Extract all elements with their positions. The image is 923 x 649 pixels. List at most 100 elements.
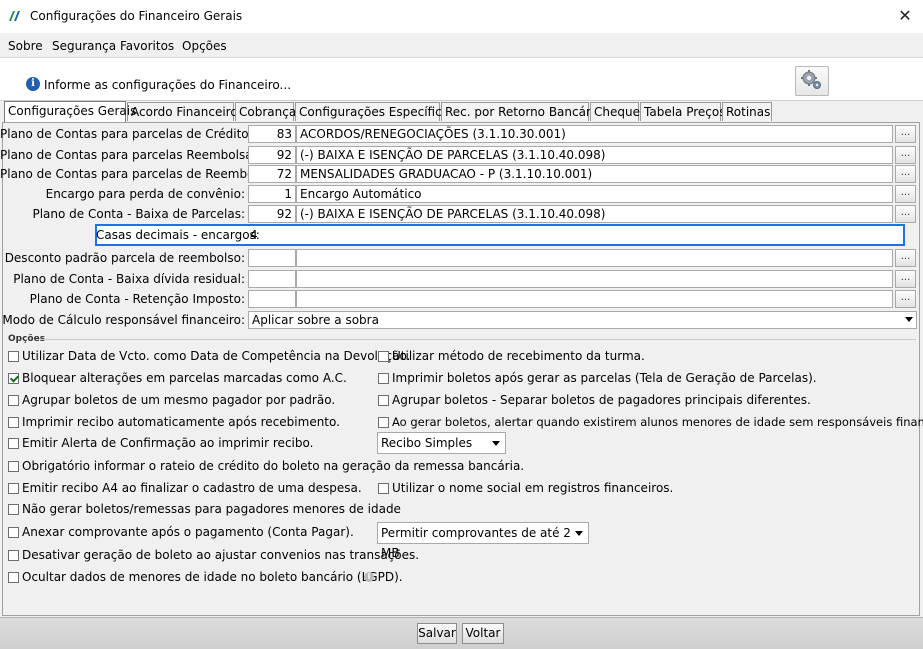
lookup-button[interactable]: ...	[895, 125, 916, 143]
field-label: Plano de Conta - Retenção Imposto:	[29, 292, 245, 306]
lookup-button[interactable]: ...	[895, 270, 916, 288]
checkbox-desativar-boleto[interactable]	[8, 550, 19, 561]
lookup-button[interactable]: ...	[895, 249, 916, 267]
divider	[42, 339, 916, 340]
menu-seguranca[interactable]: Segurança	[52, 39, 116, 53]
tab-cheque[interactable]: Cheque	[590, 102, 640, 121]
field-label: Encargo para perda de convênio:	[45, 187, 245, 201]
description-field	[296, 270, 893, 288]
tab-rec-retorno-bancario[interactable]: Rec. por Retorno Bancário	[441, 102, 602, 121]
code-input[interactable]: 1	[248, 185, 296, 203]
code-input[interactable]: 83	[248, 125, 296, 143]
lookup-button[interactable]: ...	[895, 290, 916, 308]
opcoes-group-title: Opções	[8, 334, 46, 344]
chevron-down-icon	[575, 531, 583, 536]
info-icon[interactable]: i	[364, 572, 374, 582]
option-label: Emitir Alerta de Confirmação ao imprimir…	[22, 436, 314, 450]
field-label: Plano de Contas para parcelas de Reembol…	[0, 167, 276, 181]
lookup-button[interactable]: ...	[895, 205, 916, 223]
option-label: Imprimir recibo automaticamente após rec…	[22, 415, 340, 429]
gears-icon	[801, 70, 821, 89]
description-field: MENSALIDADES GRADUACAO - P (3.1.10.10.00…	[296, 165, 893, 183]
option-label: Ao gerar boletos, alertar quando existir…	[392, 415, 923, 429]
recibo-select-value: Recibo Simples	[381, 436, 473, 450]
casas-decimais-label: Casas decimais - encargos:	[96, 228, 260, 242]
option-label: Bloquear alterações em parcelas marcadas…	[22, 371, 347, 385]
code-input[interactable]	[248, 290, 296, 308]
option-label: Anexar comprovante após o pagamento (Con…	[22, 525, 354, 539]
checkbox-ocultar-menores[interactable]	[8, 572, 19, 583]
field-label: Plano de Contas para parcelas Reembolsad…	[0, 148, 278, 162]
description-field: (-) BAIXA E ISENÇÃO DE PARCELAS (3.1.10.…	[296, 146, 893, 164]
menu-opcoes[interactable]: Opções	[182, 39, 227, 53]
option-label: Ocultar dados de menores de idade no bol…	[22, 570, 403, 584]
code-input[interactable]: 92	[248, 205, 296, 223]
checkbox-metodo-turma[interactable]	[378, 351, 389, 362]
checkbox-alerta-confirmacao[interactable]	[8, 438, 19, 449]
checkbox-agrupar-boletos[interactable]	[8, 395, 19, 406]
checkbox-alertar-menores[interactable]	[378, 417, 389, 428]
lookup-button[interactable]: ...	[895, 165, 916, 183]
tab-configuracoes-gerais[interactable]: Configurações Gerais	[4, 101, 136, 122]
chevron-down-icon	[492, 441, 500, 446]
menu-sobre[interactable]: Sobre	[8, 39, 43, 53]
checkbox-imprimir-recibo[interactable]	[8, 417, 19, 428]
settings-button[interactable]	[795, 66, 829, 96]
option-label: Agrupar boletos de um mesmo pagador por …	[22, 393, 336, 407]
comprovante-select[interactable]: Permitir comprovantes de até 2 MB	[377, 522, 589, 560]
option-label: Obrigatório informar o rateio de crédito…	[22, 459, 525, 473]
field-label: Desconto padrão parcela de reembolso:	[4, 251, 245, 265]
menu-bar: Sobre Segurança Favoritos Opções	[0, 33, 923, 58]
checkbox-bloquear-alteracoes[interactable]	[8, 373, 19, 384]
description-field: ACORDOS/RENEGOCIAÇÕES (3.1.10.30.001)	[296, 125, 893, 143]
option-label: Não gerar boletos/remessas para pagadore…	[22, 502, 401, 516]
tab-cobranca[interactable]: Cobrança	[235, 102, 296, 121]
casas-decimais-input[interactable]: 4	[250, 228, 258, 242]
option-label: Agrupar boletos - Separar boletos de pag…	[392, 393, 811, 407]
code-input[interactable]: 72	[248, 165, 296, 183]
field-label: Plano de Contas para parcelas de Crédito…	[0, 127, 253, 141]
modo-calculo-select[interactable]: Aplicar sobre a sobra	[248, 311, 917, 329]
checkbox-rateio-credito[interactable]	[8, 461, 19, 472]
checkbox-data-competencia[interactable]	[8, 351, 19, 362]
tab-rotinas[interactable]: Rotinas	[722, 102, 772, 121]
lookup-button[interactable]: ...	[895, 185, 916, 203]
code-input[interactable]: 92	[248, 146, 296, 164]
option-label: Utilizar Data de Vcto. como Data de Comp…	[22, 349, 411, 363]
description-field	[296, 290, 893, 308]
tab-configuracoes-especificas[interactable]: Configurações Específicas	[295, 102, 455, 121]
back-button[interactable]: Voltar	[462, 623, 504, 644]
checkbox-recibo-a4[interactable]	[8, 483, 19, 494]
field-label: Plano de Conta - Baixa dívida residual:	[13, 272, 245, 286]
option-label: Emitir recibo A4 ao finalizar o cadastro…	[22, 481, 362, 495]
code-input[interactable]	[248, 270, 296, 288]
chevron-down-icon	[905, 317, 913, 322]
modo-calculo-value: Aplicar sobre a sobra	[252, 313, 379, 327]
menu-favoritos[interactable]: Favoritos	[120, 39, 174, 53]
info-text: Informe as configurações do Financeiro..…	[44, 78, 292, 92]
tab-tabela-precos[interactable]: Tabela Preços	[640, 102, 725, 121]
option-label: Imprimir boletos após gerar as parcelas …	[392, 371, 817, 385]
checkbox-imprimir-boletos[interactable]	[378, 373, 389, 384]
recibo-select[interactable]: Recibo Simples	[377, 432, 506, 454]
field-label: Plano de Conta - Baixa de Parcelas:	[32, 207, 245, 221]
modo-calculo-label: Modo de Cálculo responsável financeiro:	[2, 313, 245, 327]
option-label: Desativar geração de boleto ao ajustar c…	[22, 548, 420, 562]
app-logo-icon	[9, 11, 20, 21]
checkbox-anexar-comprovante[interactable]	[8, 527, 19, 538]
checkbox-separar-boletos[interactable]	[378, 395, 389, 406]
close-icon[interactable]: ✕	[893, 4, 917, 28]
tab-acordo-financeiro[interactable]: Acordo Financeiro	[127, 102, 238, 121]
description-field: Encargo Automático	[296, 185, 893, 203]
description-field: (-) BAIXA E ISENÇÃO DE PARCELAS (3.1.10.…	[296, 205, 893, 223]
lookup-button[interactable]: ...	[895, 146, 916, 164]
code-input[interactable]	[248, 249, 296, 267]
option-label: Utilizar o nome social em registros fina…	[392, 481, 674, 495]
checkbox-nome-social[interactable]	[378, 483, 389, 494]
save-button[interactable]: Salvar	[417, 623, 457, 644]
checkbox-nao-gerar-boletos[interactable]	[8, 504, 19, 515]
option-label: Utilizar método de recebimento da turma.	[392, 349, 645, 363]
description-field	[296, 249, 893, 267]
info-icon: i	[26, 77, 40, 91]
window-title: Configurações do Financeiro Gerais	[30, 9, 243, 23]
